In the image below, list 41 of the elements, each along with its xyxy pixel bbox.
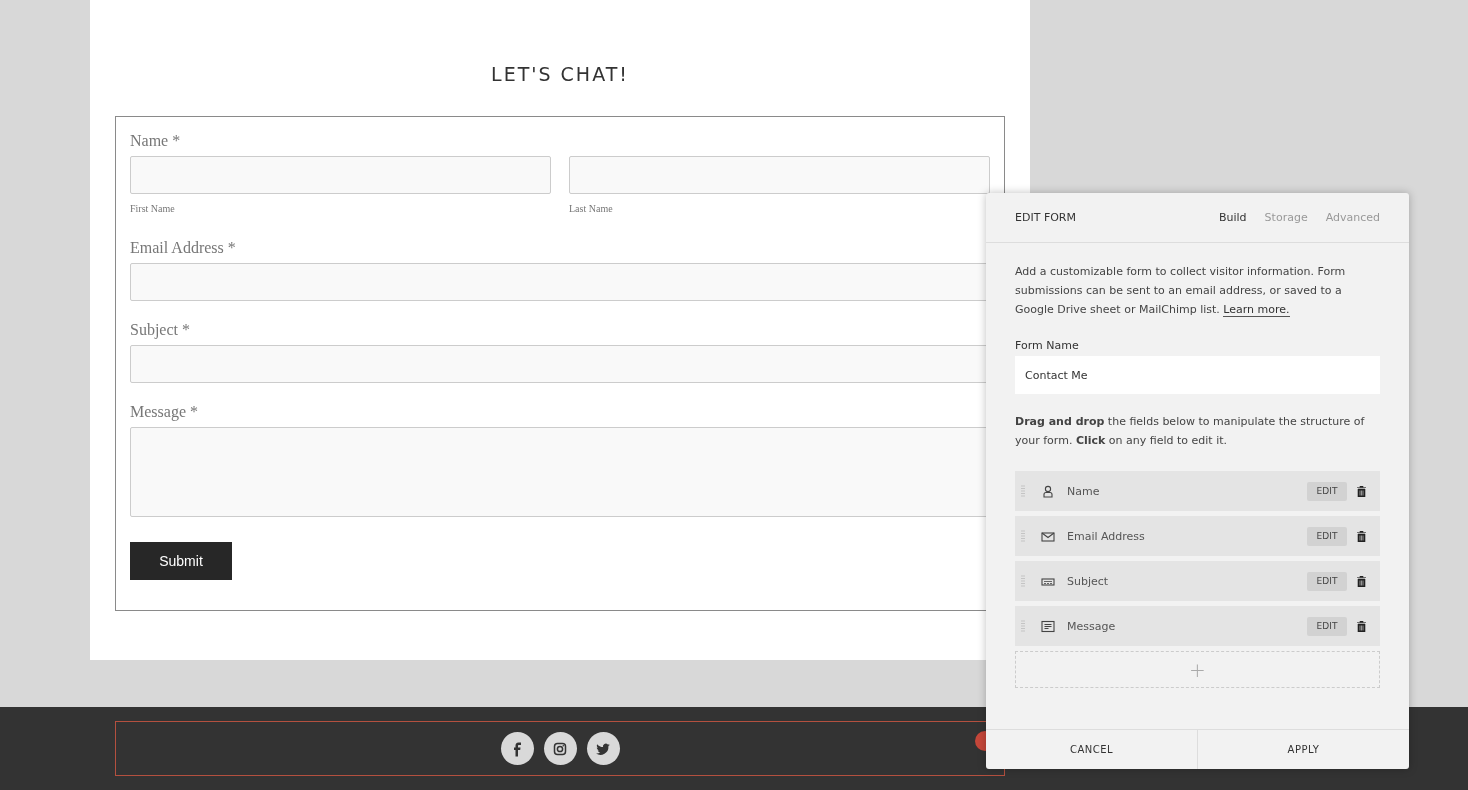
input-field[interactable] [130, 156, 551, 194]
field-name: Message [1067, 619, 1117, 633]
edit-button[interactable]: EDIT [1307, 571, 1347, 591]
input-field[interactable] [569, 156, 990, 194]
envelope-icon [1041, 529, 1055, 543]
field-label: Subject * [130, 321, 190, 339]
paragraph-icon [1041, 619, 1055, 633]
instruction-text: Drag and drop the fields below to manipulate the structure of your form. Click on any field to edit it. [1015, 414, 1366, 449]
cancel-button[interactable]: CANCEL [986, 730, 1197, 769]
trash-icon[interactable] [1357, 620, 1366, 632]
field-label: Email Address * [130, 239, 236, 257]
instagram-icon[interactable] [543, 732, 577, 765]
form-field-row[interactable]: Message EDIT [1015, 606, 1380, 646]
panel-title: EDIT FORM [1015, 211, 1077, 224]
trash-icon[interactable] [1357, 575, 1366, 587]
apply-button[interactable]: APPLY [1197, 730, 1409, 769]
form-field-row[interactable]: Email Address EDIT [1015, 516, 1380, 556]
field-name: Email Address [1067, 529, 1146, 543]
field-name: Name [1067, 484, 1101, 498]
form-field-row[interactable]: Name EDIT [1015, 471, 1380, 511]
person-icon [1041, 484, 1055, 498]
field-sublabel: First Name [130, 203, 175, 214]
facebook-icon[interactable] [500, 732, 534, 765]
field-sublabel: Last Name [569, 203, 613, 214]
edit-button[interactable]: EDIT [1307, 481, 1347, 501]
field-label: Name * [130, 132, 181, 150]
learn-more-link[interactable]: Learn more. [1223, 303, 1290, 317]
twitter-icon[interactable] [586, 732, 620, 765]
page-heading: LET'S CHAT! [490, 63, 630, 85]
field-label: Form Name [1015, 339, 1080, 352]
trash-icon[interactable] [1357, 530, 1366, 542]
field-name: Subject [1067, 574, 1110, 588]
field-label: Message * [130, 403, 198, 421]
form-field-row[interactable]: Subject EDIT [1015, 561, 1380, 601]
edit-button[interactable]: EDIT [1307, 526, 1347, 546]
submit-button[interactable]: Submit [130, 542, 232, 580]
description-text: Add a customizable form to collect visitor information. Form submissions can be sent to an email address, or saved to a Google Drive sheet or MailChimp list. Learn more. [1015, 264, 1347, 319]
trash-icon[interactable] [1357, 485, 1366, 497]
panel-tab[interactable]: Build [1219, 211, 1247, 224]
edit-button[interactable]: EDIT [1307, 616, 1347, 636]
form-name-field[interactable]: Contact Me [1015, 356, 1380, 394]
